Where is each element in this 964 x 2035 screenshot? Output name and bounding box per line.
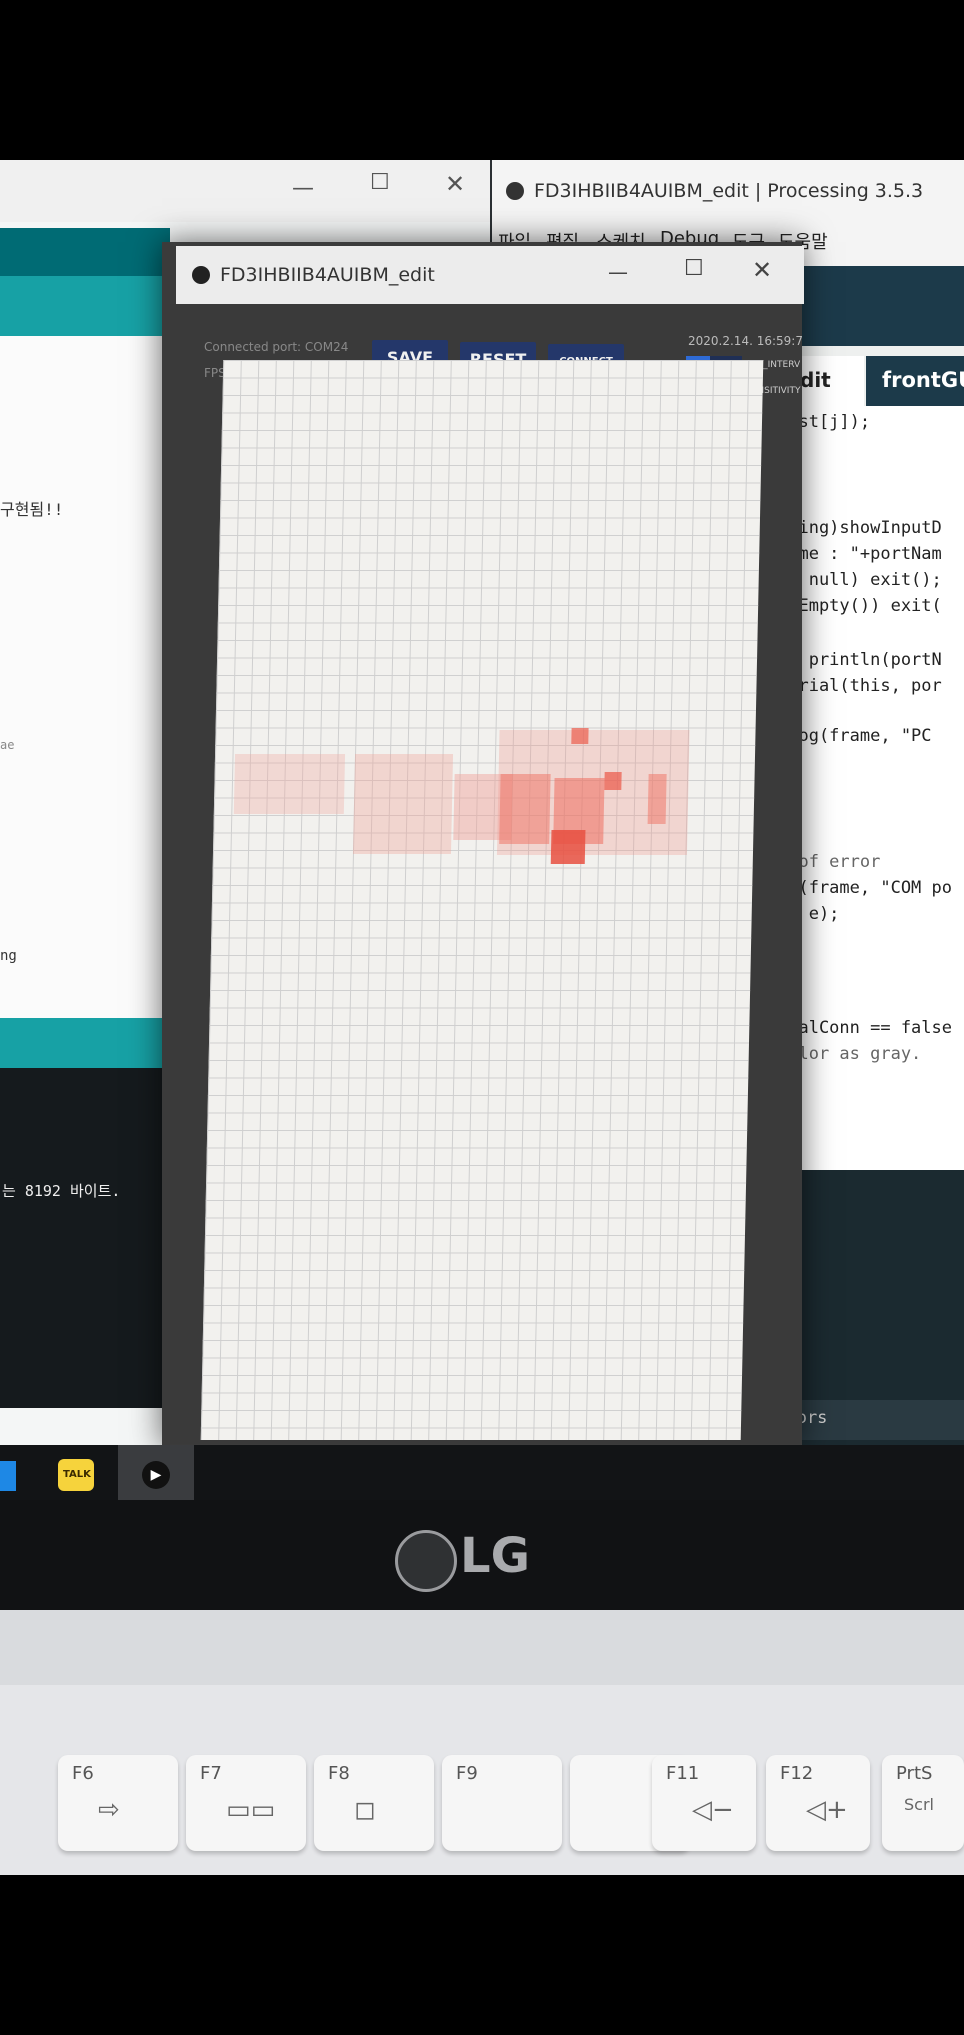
heat-cell xyxy=(571,728,589,744)
tab-frontgui-label: frontGU xyxy=(882,368,964,392)
heat-cell xyxy=(233,754,346,814)
key-symbol: ⇨ xyxy=(98,1795,120,1825)
processing-titlebar: FD3IHBIIB4AUIBM_edit | Processing 3.5.3 xyxy=(492,160,964,218)
key-f6[interactable]: F6 ⇨ xyxy=(58,1755,178,1851)
tab-frontgui[interactable]: frontGU xyxy=(866,356,964,406)
key-f12[interactable]: F12 ◁+ xyxy=(766,1755,870,1851)
code-line: n) println(portN xyxy=(778,650,942,670)
heat-cell xyxy=(647,774,667,824)
close-icon[interactable]: ✕ xyxy=(752,256,772,284)
heat-cell xyxy=(550,830,586,864)
processing-logo-icon xyxy=(192,266,210,284)
keyboard: F6 ⇨ F7 ▭▭ F8 ◻ F9 F11 ◁− F12 ◁+ PrtS Sc… xyxy=(0,1685,964,1875)
key-label: F7 xyxy=(200,1763,222,1784)
key-label: F12 xyxy=(780,1763,814,1784)
maximize-icon[interactable]: ☐ xyxy=(370,170,390,195)
laptop-hinge xyxy=(0,1610,964,1685)
browser-icon[interactable] xyxy=(0,1461,16,1491)
code-line: tring)showInputD xyxy=(778,518,942,538)
connected-port-text: Connected port: COM24 xyxy=(204,340,349,354)
left-app-titlebar: — ☐ ✕ xyxy=(0,160,490,222)
console-text: 는 8192 바이트. xyxy=(2,1182,121,1200)
key-symbol: ◻ xyxy=(354,1795,376,1825)
background-dark xyxy=(0,1875,964,2035)
key-label: F9 xyxy=(456,1763,478,1784)
play-icon: ▶ xyxy=(142,1461,170,1489)
key-f9[interactable]: F9 xyxy=(442,1755,562,1851)
sketch-titlebar: FD3IHBIIB4AUIBM_edit — ☐ ✕ xyxy=(176,246,804,304)
key-f7[interactable]: F7 ▭▭ xyxy=(186,1755,306,1851)
key-f8[interactable]: F8 ◻ xyxy=(314,1755,434,1851)
key-label: F8 xyxy=(328,1763,350,1784)
left-editor-line: ng xyxy=(0,948,17,964)
key-symbol: ◁− xyxy=(692,1795,734,1825)
processing-app-icon[interactable]: ▶ xyxy=(118,1445,194,1505)
code-line: rialConn == false xyxy=(778,1018,952,1038)
lg-brand: LG xyxy=(460,1528,530,1584)
maximize-icon[interactable]: ☐ xyxy=(684,256,704,281)
tab-edit-label: dit xyxy=(800,368,831,392)
key-symbol: ▭▭ xyxy=(226,1795,276,1825)
heat-cell xyxy=(604,772,622,790)
left-app-console: 는 8192 바이트. xyxy=(0,1068,172,1408)
key-symbol: ◁+ xyxy=(806,1795,848,1825)
minimize-icon[interactable]: — xyxy=(292,176,314,201)
code-line: isEmpty()) exit( xyxy=(778,596,942,616)
close-icon[interactable]: ✕ xyxy=(445,170,465,198)
code-line: Name : "+portNam xyxy=(778,544,942,564)
code-line: og(frame, "COM po xyxy=(778,878,952,898)
code-line: == null) exit(); xyxy=(778,570,942,590)
heat-cell xyxy=(352,754,454,854)
key-label: PrtS xyxy=(896,1763,933,1784)
key-f11[interactable]: F11 ◁− xyxy=(652,1755,756,1851)
key-label: F11 xyxy=(666,1763,700,1784)
heat-cell xyxy=(499,774,551,844)
code-line: Serial(this, por xyxy=(778,676,942,696)
minimize-icon[interactable]: — xyxy=(608,260,628,284)
sketch-title: FD3IHBIIB4AUIBM_edit xyxy=(220,264,435,286)
left-app-statusbar xyxy=(0,1018,172,1068)
key-prtsc[interactable]: PrtS Scrl xyxy=(882,1755,964,1851)
left-editor-line: 구현됨!! xyxy=(0,500,64,519)
lg-logo-icon xyxy=(395,1530,457,1592)
kakaotalk-icon[interactable]: TALK xyxy=(58,1459,94,1491)
processing-logo-icon xyxy=(506,182,524,200)
timestamp-text: 2020.2.14. 16:59:7 xyxy=(688,334,803,348)
key-label: F6 xyxy=(72,1763,94,1784)
key-symbol: Scrl xyxy=(904,1795,934,1814)
kakaotalk-label: TALK xyxy=(63,1469,91,1480)
left-editor-line: ae xyxy=(0,738,15,752)
processing-title: FD3IHBIIB4AUIBM_edit | Processing 3.5.3 xyxy=(534,180,924,202)
pressure-grid xyxy=(200,360,764,1440)
